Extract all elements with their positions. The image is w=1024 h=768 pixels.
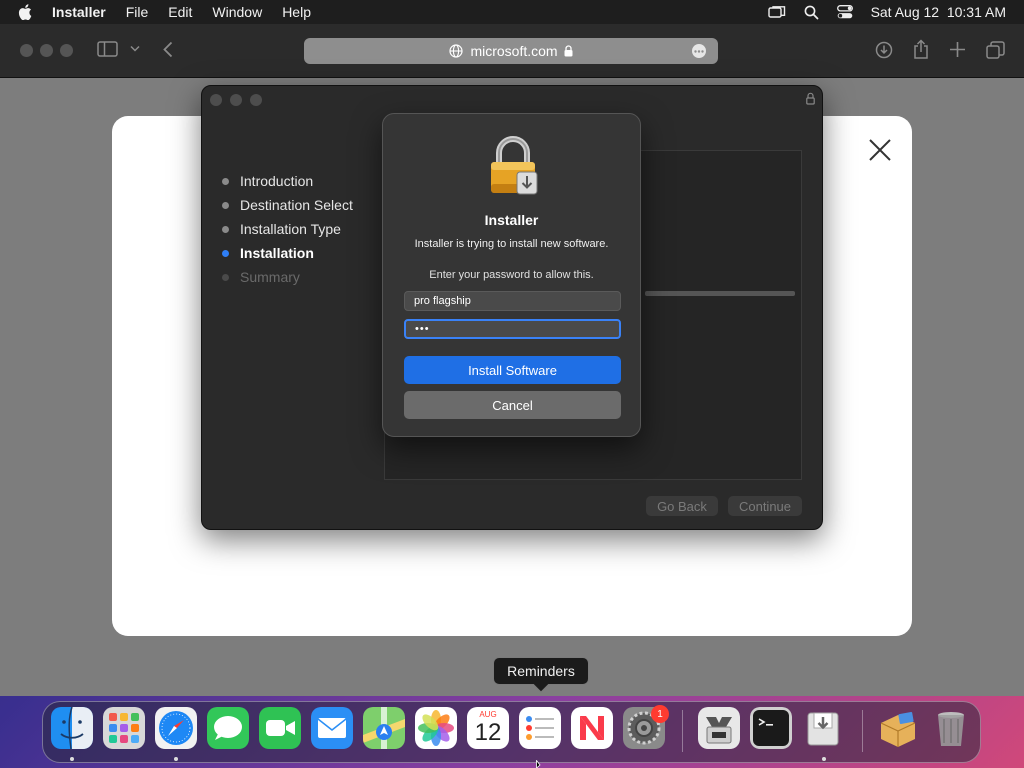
dock-mail-icon[interactable] [311,707,353,749]
page-menu-icon[interactable] [692,44,706,58]
go-back-button[interactable]: Go Back [646,496,718,516]
dock-facetime-icon[interactable] [259,707,301,749]
url-text: microsoft.com [470,43,558,59]
dialog-message: Installer is trying to install new softw… [414,238,609,250]
menu-help[interactable]: Help [282,4,311,20]
downloads-icon[interactable] [875,41,893,59]
mouse-pointer-icon [536,760,541,768]
authentication-dialog: Installer Installer is trying to install… [382,113,641,437]
dock-tooltip: Reminders [493,657,589,685]
running-indicator [822,757,826,761]
dock-launchpad-icon[interactable] [103,707,145,749]
installer-minimize-button[interactable] [230,94,242,106]
menu-window[interactable]: Window [212,4,262,20]
menu-app-name[interactable]: Installer [52,4,106,20]
dialog-title: Installer [484,212,539,228]
step-installation-type: Installation Type [222,217,353,241]
dock-separator [862,710,863,752]
cancel-button[interactable]: Cancel [404,391,621,419]
dock-separator [682,710,683,752]
screen-mirroring-icon[interactable] [767,5,786,19]
menubar-clock[interactable]: Sat Aug 12 10:31 AM [871,4,1006,20]
installer-titlebar[interactable] [202,86,822,116]
menu-bar: Installer File Edit Window Help Sat Aug … [0,0,1024,24]
calendar-month: AUG [479,710,497,719]
dock-photos-icon[interactable] [415,707,457,749]
dock-terminal-icon[interactable] [750,707,792,749]
back-arrow-icon[interactable] [163,41,173,58]
dock-calendar-icon[interactable]: AUG 12 [467,707,509,749]
zoom-window-button[interactable] [60,44,73,57]
browser-toolbar: microsoft.com [0,24,1024,78]
running-indicator [174,757,178,761]
minimize-window-button[interactable] [40,44,53,57]
step-bullet [222,249,229,257]
chevron-down-icon[interactable] [130,45,140,52]
menu-edit[interactable]: Edit [168,4,192,20]
continue-button[interactable]: Continue [728,496,802,516]
dock-installer-icon[interactable] [802,707,844,749]
step-introduction: Introduction [222,169,353,193]
new-tab-icon[interactable] [949,41,966,58]
step-label: Introduction [240,173,314,189]
username-field[interactable] [404,291,621,311]
installer-close-button[interactable] [210,94,222,106]
step-label: Installation [240,245,314,261]
close-window-button[interactable] [20,44,33,57]
step-bullet [222,273,229,281]
dock-trash-icon[interactable] [930,707,972,749]
step-destination-select: Destination Select [222,193,353,217]
step-label: Destination Select [240,197,353,213]
progress-bar [645,291,795,296]
step-summary: Summary [222,265,353,289]
lock-icon [564,45,573,57]
menu-file[interactable]: File [126,4,149,20]
dock-messages-icon[interactable] [207,707,249,749]
control-center-icon[interactable] [836,5,853,19]
tab-overview-icon[interactable] [986,41,1005,59]
dock-news-icon[interactable] [571,707,613,749]
dock-reminders-icon[interactable] [519,707,561,749]
password-field[interactable] [404,319,621,339]
dialog-prompt: Enter your password to allow this. [429,269,594,281]
step-label: Installation Type [240,221,341,237]
step-bullet [222,225,229,233]
notification-badge: 1 [651,705,669,723]
dock-safari-icon[interactable] [155,707,197,749]
dock-archive-utility-icon[interactable] [698,707,740,749]
installer-steps: Introduction Destination Select Installa… [222,169,353,289]
globe-icon [449,44,464,58]
apple-menu-icon[interactable] [18,4,38,20]
install-software-button[interactable]: Install Software [404,356,621,384]
padlock-icon [487,136,543,203]
spotlight-search-icon[interactable] [804,5,819,20]
share-icon[interactable] [913,39,929,59]
dock-maps-icon[interactable] [363,707,405,749]
lock-icon [806,92,815,110]
step-bullet [222,177,229,185]
step-installation: Installation [222,241,353,265]
dock-finder-icon[interactable] [51,707,93,749]
sidebar-toggle-icon[interactable] [97,41,119,58]
step-label: Summary [240,269,300,285]
step-bullet [222,201,229,209]
tooltip-arrow [533,684,549,693]
close-icon[interactable] [868,138,892,162]
running-indicator [70,757,74,761]
installer-zoom-button[interactable] [250,94,262,106]
dock-utilities-folder-icon[interactable] [877,707,919,749]
address-bar[interactable]: microsoft.com [304,38,718,64]
calendar-day: 12 [474,719,502,746]
